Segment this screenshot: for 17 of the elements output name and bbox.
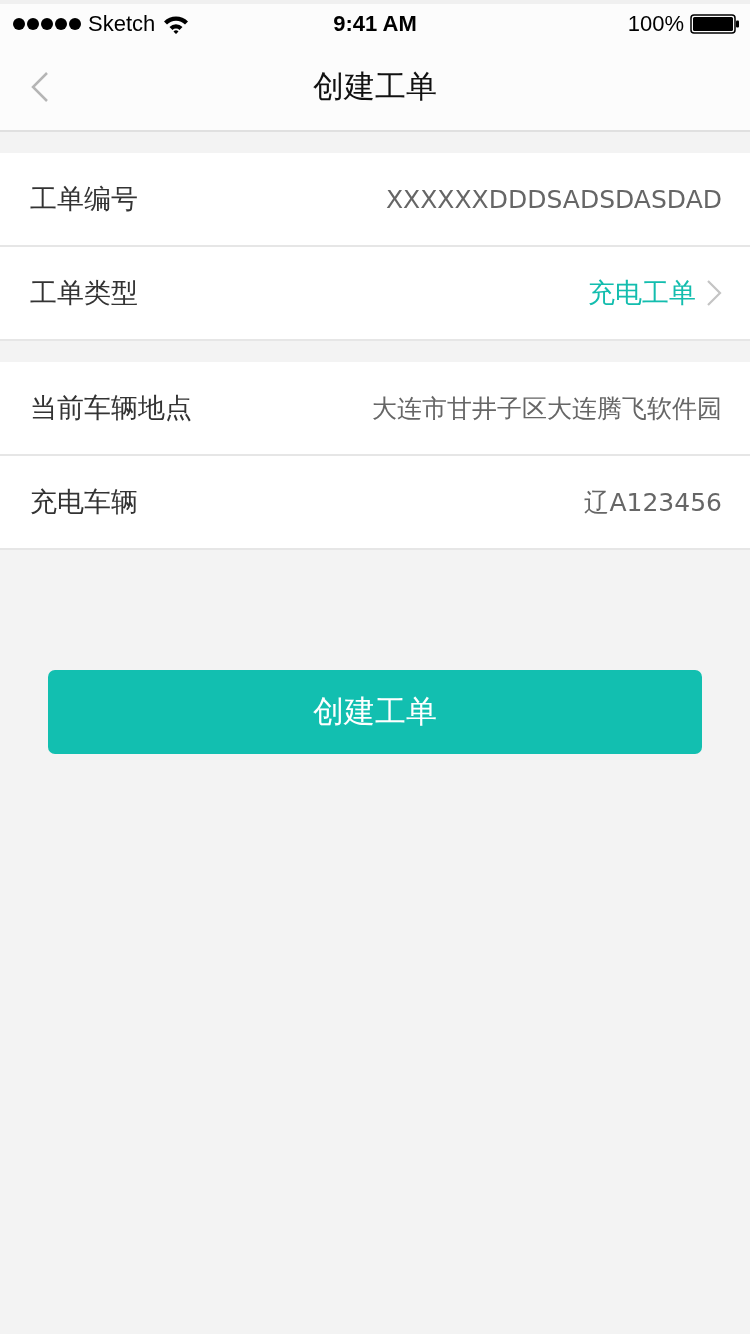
battery-icon xyxy=(690,14,740,34)
status-time: 9:41 AM xyxy=(333,11,417,37)
wifi-icon xyxy=(163,14,190,34)
field-label: 充电车辆 xyxy=(30,485,138,519)
battery-percent: 100% xyxy=(627,11,684,37)
back-button[interactable] xyxy=(30,71,50,103)
carrier-name: Sketch xyxy=(88,11,156,37)
field-value: 充电工单 xyxy=(588,276,696,310)
field-value: 大连市甘井子区大连腾飞软件园 xyxy=(372,392,722,425)
field-value: XXXXXXDDDSADSDASDAD xyxy=(386,184,722,214)
chevron-icon xyxy=(706,279,722,307)
field-label: 工单类型 xyxy=(30,276,138,310)
field-value: 辽A123456 xyxy=(584,486,722,519)
field-label: 当前车辆地点 xyxy=(30,391,192,425)
field-label: 工单编号 xyxy=(30,182,138,216)
page-title: 创建工单 xyxy=(313,67,437,106)
signal-icon xyxy=(12,17,82,31)
